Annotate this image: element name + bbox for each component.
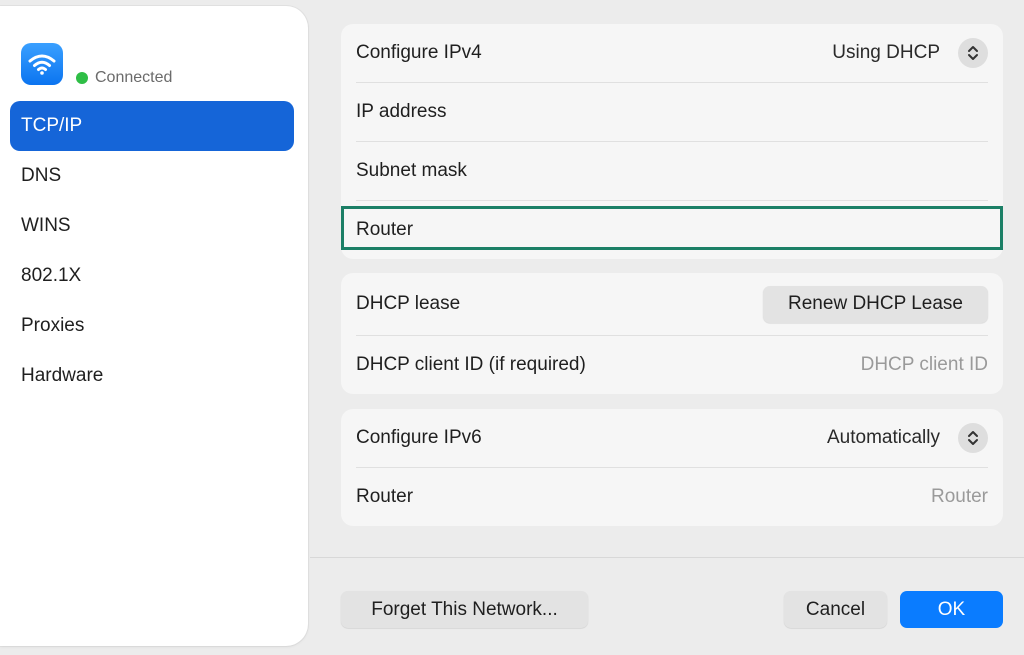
configure-ipv6-select[interactable]: Automatically (827, 423, 988, 453)
wifi-icon (21, 43, 63, 85)
dhcp-lease-label: DHCP lease (356, 293, 461, 314)
ip-address-label: IP address (356, 101, 447, 122)
sidebar-nav: TCP/IP DNS WINS 802.1X Proxies Hardware (10, 101, 294, 401)
router-ipv6-field[interactable]: Router (931, 486, 988, 508)
status-text: Connected (95, 69, 173, 86)
configure-ipv6-value[interactable]: Automatically (827, 427, 940, 449)
configure-ipv6-row: Configure IPv6 Automatically (356, 409, 988, 468)
network-details-window: Connected TCP/IP DNS WINS 802.1X Proxies… (0, 0, 1024, 655)
sidebar-item-proxies[interactable]: Proxies (10, 301, 294, 351)
ipv6-card: Configure IPv6 Automatically Router Rout… (341, 409, 1003, 526)
renew-dhcp-lease-button[interactable]: Renew DHCP Lease (763, 285, 988, 323)
configure-ipv4-row: Configure IPv4 Using DHCP (356, 24, 988, 83)
status-dot-icon (76, 72, 88, 84)
dhcp-client-id-field[interactable]: DHCP client ID (861, 354, 988, 376)
sidebar-item-wins[interactable]: WINS (10, 201, 294, 251)
configure-ipv4-label: Configure IPv4 (356, 42, 482, 63)
dhcp-client-id-row: DHCP client ID (if required) DHCP client… (356, 336, 988, 394)
ip-address-row[interactable]: IP address (356, 83, 988, 142)
sidebar-item-8021x[interactable]: 802.1X (10, 251, 294, 301)
sidebar-item-hardware[interactable]: Hardware (10, 351, 294, 401)
ok-button[interactable]: OK (900, 591, 1003, 628)
dhcp-card: DHCP lease Renew DHCP Lease DHCP client … (341, 273, 1003, 394)
footer-divider (310, 557, 1024, 558)
router-highlight-box (341, 206, 1003, 250)
dhcp-lease-row: DHCP lease Renew DHCP Lease (356, 273, 988, 336)
chevron-up-down-icon[interactable] (958, 38, 988, 68)
chevron-up-down-icon[interactable] (958, 423, 988, 453)
configure-ipv4-value[interactable]: Using DHCP (832, 42, 940, 64)
configure-ipv4-select[interactable]: Using DHCP (832, 38, 988, 68)
forget-network-button[interactable]: Forget This Network... (341, 591, 588, 628)
router-ipv6-row: Router Router (356, 468, 988, 526)
sidebar-item-dns[interactable]: DNS (10, 151, 294, 201)
dhcp-client-id-label: DHCP client ID (if required) (356, 354, 586, 375)
configure-ipv6-label: Configure IPv6 (356, 427, 482, 448)
connection-status: Connected (76, 68, 172, 88)
sidebar: Connected TCP/IP DNS WINS 802.1X Proxies… (0, 6, 308, 646)
router-ipv6-label: Router (356, 486, 414, 507)
sidebar-item-tcpip[interactable]: TCP/IP (10, 101, 294, 151)
subnet-mask-label: Subnet mask (356, 160, 467, 181)
cancel-button[interactable]: Cancel (784, 591, 887, 628)
subnet-mask-row[interactable]: Subnet mask (356, 142, 988, 201)
